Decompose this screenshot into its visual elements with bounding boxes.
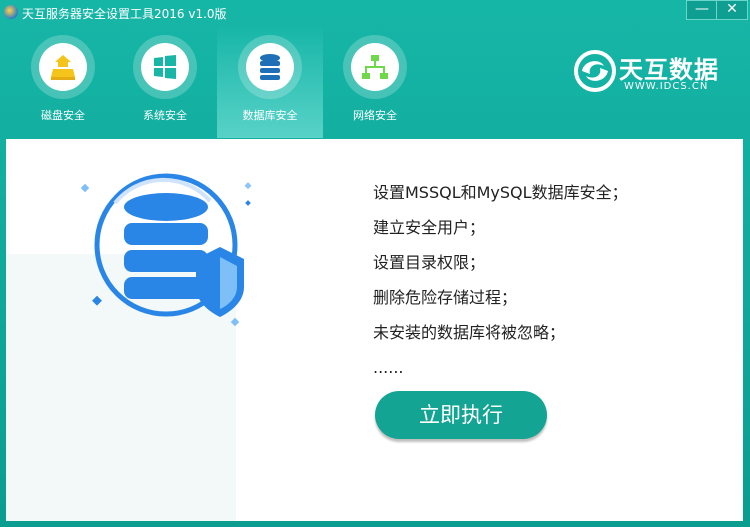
brand-url: WWW.IDCS.CN — [624, 81, 709, 92]
tab-label: 数据库安全 — [242, 109, 298, 122]
info-line: 设置MSSQL和MySQL数据库安全； — [373, 183, 628, 202]
info-line: ...... — [373, 358, 404, 377]
app-window: 天互服务器安全设置工具2016 v1.0版 — ✕ 磁盘安全 系统安全 数据库安… — [0, 0, 750, 527]
windows-icon — [141, 43, 189, 91]
content-panel: 设置MSSQL和MySQL数据库安全； 建立安全用户； 设置目录权限； 删除危险… — [6, 139, 743, 521]
info-list: 设置MSSQL和MySQL数据库安全； 建立安全用户； 设置目录权限； 删除危险… — [373, 175, 713, 385]
tab-disk-security[interactable]: 磁盘安全 — [10, 26, 116, 138]
info-line: 设置目录权限； — [373, 253, 486, 272]
close-button[interactable]: ✕ — [716, 0, 748, 20]
brand-swirl-icon — [574, 50, 616, 92]
database-icon — [246, 43, 294, 91]
tab-label: 网络安全 — [353, 109, 397, 122]
tab-label: 系统安全 — [143, 109, 187, 122]
run-now-button[interactable]: 立即执行 — [375, 391, 547, 439]
info-line: 未安装的数据库将被忽略； — [373, 323, 566, 342]
info-line: 删除危险存储过程； — [373, 288, 518, 307]
database-security-illustration — [6, 173, 252, 521]
network-icon — [351, 43, 399, 91]
tab-network-security[interactable]: 网络安全 — [322, 26, 428, 138]
disk-icon — [39, 43, 87, 91]
minimize-button[interactable]: — — [686, 0, 718, 20]
app-icon — [4, 5, 18, 19]
tab-system-security[interactable]: 系统安全 — [112, 26, 218, 138]
info-line: 建立安全用户； — [373, 218, 486, 237]
tab-database-security[interactable]: 数据库安全 — [217, 26, 323, 138]
brand-name: 天互数据 — [619, 56, 719, 84]
title-bar[interactable]: 天互服务器安全设置工具2016 v1.0版 — ✕ — [0, 0, 750, 26]
window-title: 天互服务器安全设置工具2016 v1.0版 — [22, 7, 227, 21]
brand-logo: 天互数据 WWW.IDCS.CN — [574, 48, 734, 98]
tab-label: 磁盘安全 — [41, 109, 85, 122]
